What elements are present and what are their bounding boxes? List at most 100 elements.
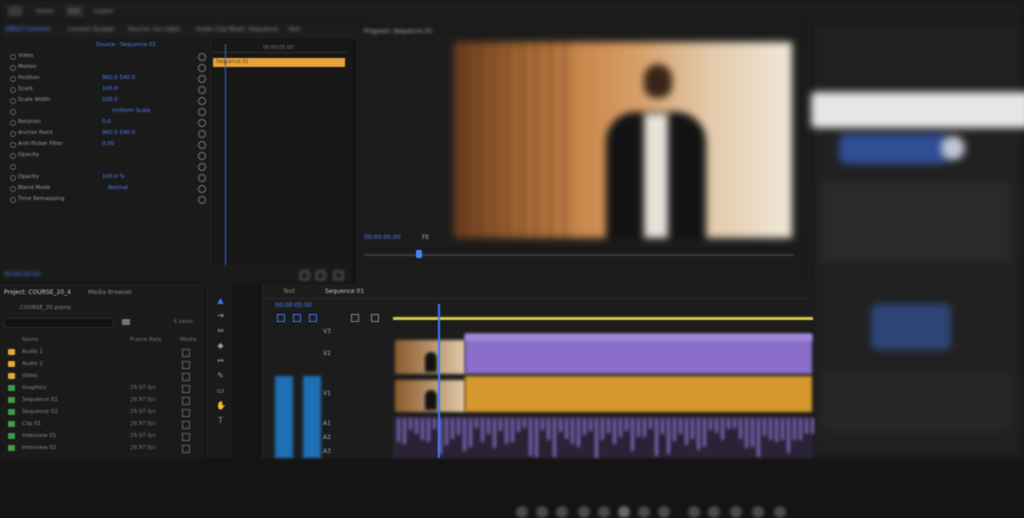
reset-icon[interactable] (198, 119, 206, 127)
step-forward-icon[interactable] (638, 506, 650, 518)
effect-row[interactable]: Scale Width 100.0 (0, 96, 206, 106)
project-item[interactable]: Interview 02 29.97 fps (0, 443, 205, 454)
effect-row[interactable]: Anti-flicker Filter 0.00 (0, 140, 206, 150)
project-item-checkbox[interactable] (182, 421, 190, 429)
go-to-in-icon[interactable] (578, 506, 590, 518)
clip-bar[interactable]: Sequence 01 (213, 58, 345, 67)
settings-icon[interactable] (334, 271, 343, 280)
effect-row[interactable] (0, 162, 206, 172)
stopwatch-icon[interactable] (10, 76, 16, 82)
tab-effect-controls[interactable]: Effect Controls (6, 26, 50, 33)
pen-tool-icon[interactable]: ✎ (216, 371, 225, 380)
marker-icon[interactable] (516, 506, 528, 518)
stopwatch-icon[interactable] (10, 131, 16, 137)
project-item-checkbox[interactable] (182, 349, 190, 357)
lift-icon[interactable] (688, 506, 700, 518)
effect-row[interactable]: Video (0, 52, 206, 62)
selection-tool-icon[interactable]: ▲ (216, 296, 225, 305)
reset-icon[interactable] (198, 130, 206, 138)
timeline-playhead[interactable] (438, 304, 440, 458)
stopwatch-icon[interactable] (10, 186, 16, 192)
menu-home[interactable]: Home (36, 8, 54, 15)
project-item[interactable]: Video (0, 371, 205, 382)
column-media[interactable]: Media (180, 337, 197, 343)
reset-icon[interactable] (198, 163, 206, 171)
project-item-checkbox[interactable] (182, 373, 190, 381)
program-playhead[interactable] (416, 250, 422, 258)
reset-icon[interactable] (198, 196, 206, 204)
stopwatch-icon[interactable] (10, 54, 16, 60)
fit-dropdown[interactable]: Fit (422, 234, 429, 241)
project-search-input[interactable] (4, 318, 114, 328)
reset-icon[interactable] (198, 185, 206, 193)
reset-icon[interactable] (198, 152, 206, 160)
extract-icon[interactable] (708, 506, 720, 518)
hand-tool-icon[interactable]: ✋ (216, 401, 226, 410)
effect-row[interactable]: Position 960.0 540.0 (0, 74, 206, 84)
stopwatch-icon[interactable] (10, 98, 16, 104)
effect-row-value[interactable]: 100.0 (102, 86, 118, 92)
project-item[interactable]: Graphics 29.97 fps (0, 383, 205, 394)
effect-row[interactable]: Motion (0, 63, 206, 73)
stopwatch-icon[interactable] (10, 120, 16, 126)
app-icon[interactable] (8, 6, 22, 16)
reset-icon[interactable] (198, 141, 206, 149)
effect-row[interactable]: Opacity (0, 151, 206, 161)
slip-tool-icon[interactable]: ↔ (216, 356, 225, 365)
project-item-checkbox[interactable] (182, 385, 190, 393)
track-select-tool-icon[interactable]: ⇥ (216, 311, 225, 320)
effect-row-value[interactable]: Uniform Scale (112, 108, 150, 114)
footer-timecode[interactable]: 00:00:00:00 (4, 271, 41, 278)
effect-row-value[interactable]: 0.00 (102, 141, 114, 147)
reset-icon[interactable] (198, 86, 206, 94)
tab-lumetri-scopes[interactable]: Lumetri Scopes (68, 26, 114, 33)
reset-icon[interactable] (198, 108, 206, 116)
in-point-icon[interactable] (536, 506, 548, 518)
tab-project[interactable]: Project: COURSE_20_4 (4, 289, 71, 296)
stopwatch-icon[interactable] (10, 153, 16, 159)
stopwatch-icon[interactable] (10, 109, 16, 115)
column-frame-rate[interactable]: Frame Rate (130, 337, 162, 343)
project-item-checkbox[interactable] (182, 361, 190, 369)
go-to-out-icon[interactable] (658, 506, 670, 518)
effect-row[interactable]: Scale 100.0 (0, 85, 206, 95)
add-button-icon[interactable] (774, 506, 786, 518)
export-icon[interactable] (316, 271, 325, 280)
effect-row[interactable]: Uniform Scale (0, 107, 206, 117)
project-item-checkbox[interactable] (182, 433, 190, 441)
effect-row[interactable]: Rotation 0.0 (0, 118, 206, 128)
effect-row-value[interactable]: 100.0 % (102, 174, 125, 180)
menu-edit[interactable]: Edit (66, 5, 84, 17)
razor-tool-icon[interactable]: ◆ (216, 341, 225, 350)
project-item-checkbox[interactable] (182, 445, 190, 453)
effect-row[interactable]: Anchor Point 960.0 540.0 (0, 129, 206, 139)
menu-export[interactable]: Export (94, 8, 114, 15)
export-frame-icon[interactable] (730, 506, 742, 518)
panel-secondary-button[interactable] (871, 304, 951, 350)
stopwatch-icon[interactable] (10, 65, 16, 71)
stopwatch-icon[interactable] (10, 197, 16, 203)
play-icon[interactable] (618, 506, 630, 518)
reset-icon[interactable] (198, 53, 206, 61)
stopwatch-icon[interactable] (10, 164, 16, 170)
project-item[interactable]: Sequence 02 29.97 fps (0, 407, 205, 418)
type-tool-icon[interactable]: T (216, 416, 225, 425)
comparison-view-icon[interactable] (752, 506, 764, 518)
effect-row[interactable]: Opacity 100.0 % (0, 173, 206, 183)
tab-media-browser[interactable]: Media Browser (88, 289, 132, 296)
effect-row-value[interactable]: 960.0 540.0 (102, 130, 135, 136)
project-item[interactable]: Interview 01 29.97 fps (0, 431, 205, 442)
stopwatch-icon[interactable] (10, 142, 16, 148)
reset-icon[interactable] (198, 97, 206, 105)
project-item-checkbox[interactable] (182, 397, 190, 405)
panel-toggle-icon[interactable] (941, 136, 965, 160)
mini-playhead[interactable] (225, 44, 226, 266)
effect-row-value[interactable]: Normal (108, 185, 128, 191)
rectangle-tool-icon[interactable]: ▭ (216, 386, 225, 395)
effect-row[interactable]: Blend Mode Normal (0, 184, 206, 194)
step-back-icon[interactable] (598, 506, 610, 518)
reset-icon[interactable] (198, 75, 206, 83)
stopwatch-icon[interactable] (10, 175, 16, 181)
stopwatch-icon[interactable] (10, 87, 16, 93)
out-point-icon[interactable] (556, 506, 568, 518)
